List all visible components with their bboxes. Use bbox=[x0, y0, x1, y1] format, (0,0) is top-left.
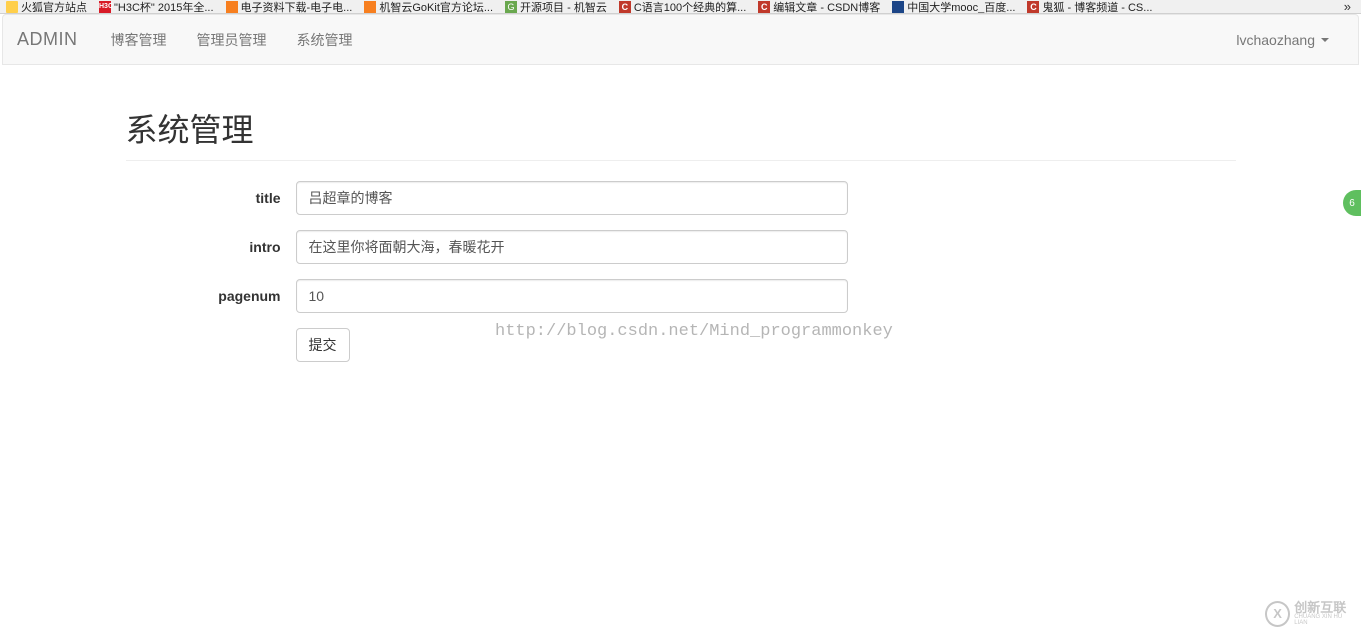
corner-logo: X 创新互联 CHUANG XIN HU LIAN bbox=[1265, 596, 1355, 631]
label-intro: intro bbox=[126, 239, 296, 255]
form-group-title: title bbox=[126, 181, 1236, 215]
system-form: title intro pagenum 提交 bbox=[126, 181, 1236, 362]
bookmark-item[interactable]: 火狐官方站点 bbox=[4, 0, 89, 14]
more-bookmarks-icon[interactable]: » bbox=[1344, 0, 1357, 14]
bookmark-label: "H3C杯" 2015年全... bbox=[114, 0, 214, 14]
page-header: 系统管理 bbox=[126, 105, 1236, 161]
g-icon: G bbox=[505, 1, 517, 13]
folder-icon bbox=[6, 1, 18, 13]
bookmark-item[interactable]: H3C "H3C杯" 2015年全... bbox=[97, 0, 216, 14]
user-dropdown[interactable]: lvchaozhang bbox=[1221, 17, 1344, 63]
navbar-nav: 博客管理 管理员管理 系统管理 bbox=[96, 15, 368, 65]
submit-button[interactable]: 提交 bbox=[296, 328, 350, 362]
csdn-icon: C bbox=[758, 1, 770, 13]
input-pagenum[interactable] bbox=[296, 279, 848, 313]
logo-subtext: CHUANG XIN HU LIAN bbox=[1294, 614, 1355, 626]
page-title: 系统管理 bbox=[126, 105, 1236, 151]
bookmark-item[interactable]: 电子资料下载-电子电... bbox=[224, 0, 355, 14]
main-container: 系统管理 title intro pagenum 提交 bbox=[111, 105, 1251, 362]
bookmark-label: C语言100个经典的算... bbox=[634, 0, 746, 14]
username-label: lvchaozhang bbox=[1236, 32, 1315, 48]
bookmark-item[interactable]: 中国大学mooc_百度... bbox=[890, 0, 1017, 14]
navbar-right: lvchaozhang bbox=[1221, 17, 1344, 63]
side-badge-icon[interactable]: 6 bbox=[1343, 190, 1361, 216]
bookmark-label: 编辑文章 - CSDN博客 bbox=[773, 0, 880, 14]
navbar: ADMIN 博客管理 管理员管理 系统管理 lvchaozhang bbox=[2, 14, 1359, 65]
bookmark-item[interactable]: G 开源项目 - 机智云 bbox=[503, 0, 609, 14]
bookmark-item[interactable]: 机智云GoKit官方论坛... bbox=[362, 0, 495, 14]
h3c-icon: H3C bbox=[99, 1, 111, 13]
form-group-pagenum: pagenum bbox=[126, 279, 1236, 313]
navbar-brand[interactable]: ADMIN bbox=[17, 29, 96, 50]
logo-mark-icon: X bbox=[1265, 601, 1290, 627]
bookmark-label: 开源项目 - 机智云 bbox=[520, 0, 607, 14]
label-title: title bbox=[126, 190, 296, 206]
bookmark-bar: 火狐官方站点 H3C "H3C杯" 2015年全... 电子资料下载-电子电..… bbox=[0, 0, 1361, 14]
input-intro[interactable] bbox=[296, 230, 848, 264]
nav-item-blog[interactable]: 博客管理 bbox=[96, 15, 182, 65]
bookmark-item[interactable]: C C语言100个经典的算... bbox=[617, 0, 748, 14]
fire-icon bbox=[364, 1, 376, 13]
fire-icon bbox=[226, 1, 238, 13]
bookmark-label: 鬼狐 - 博客频道 - CS... bbox=[1042, 0, 1152, 14]
logo-text: 创新互联 bbox=[1294, 601, 1355, 614]
bookmark-item[interactable]: C 编辑文章 - CSDN博客 bbox=[756, 0, 882, 14]
bookmark-label: 火狐官方站点 bbox=[21, 0, 87, 14]
bookmark-item[interactable]: C 鬼狐 - 博客频道 - CS... bbox=[1025, 0, 1154, 14]
input-title[interactable] bbox=[296, 181, 848, 215]
csdn-icon: C bbox=[1027, 1, 1039, 13]
nav-item-admin[interactable]: 管理员管理 bbox=[182, 15, 282, 65]
bookmark-label: 中国大学mooc_百度... bbox=[907, 0, 1015, 14]
form-group-intro: intro bbox=[126, 230, 1236, 264]
label-pagenum: pagenum bbox=[126, 288, 296, 304]
csdn-icon: C bbox=[619, 1, 631, 13]
caret-down-icon bbox=[1321, 38, 1329, 42]
nav-item-system[interactable]: 系统管理 bbox=[282, 15, 368, 65]
mooc-icon bbox=[892, 1, 904, 13]
bookmark-label: 电子资料下载-电子电... bbox=[241, 0, 353, 14]
bookmark-label: 机智云GoKit官方论坛... bbox=[379, 0, 493, 14]
